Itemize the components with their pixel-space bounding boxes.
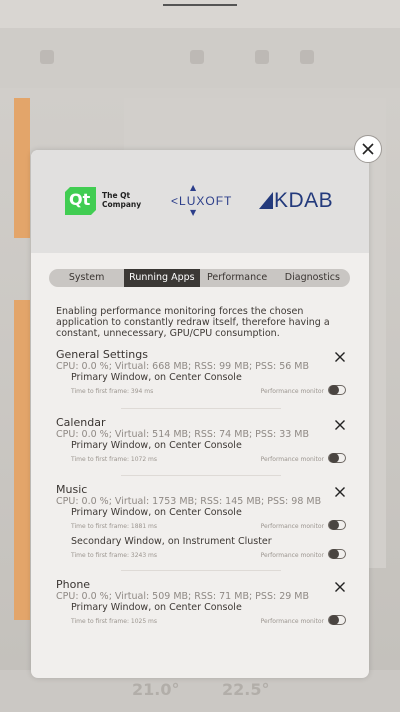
app-name: Phone [56,578,91,591]
dialog-header: Qt The Qt Company ▲ <LUXOFT ▼ KDAB [31,150,369,253]
app-name: Calendar [56,416,106,429]
performance-monitor-toggle[interactable] [328,453,346,463]
performance-monitor-label: Performance monitor [260,552,324,559]
accent-stripe [14,98,30,238]
toggle-knob [329,615,339,625]
close-icon [335,487,345,497]
time-to-first-frame: Time to first frame: 1025 ms [71,618,158,625]
window-name: Primary Window, on Center Console [71,372,242,383]
toolbar-icon [190,50,204,64]
performance-monitor-toggle[interactable] [328,385,346,395]
stop-app-button[interactable] [334,348,346,362]
tab-performance[interactable]: Performance [200,269,275,287]
app-entry: Calendar CPU: 0.0 %; Virtual: 514 MB; RSS… [56,416,346,469]
app-stats: CPU: 0.0 %; Virtual: 514 MB; RSS: 74 MB;… [56,429,310,440]
app-stats: CPU: 0.0 %; Virtual: 509 MB; RSS: 71 MB;… [56,591,310,602]
app-divider [121,475,281,476]
window-perf-row: Time to first frame: 394 ms Performance m… [71,383,346,401]
toggle-knob [329,549,339,559]
luxoft-logo: ▲ <LUXOFT ▼ [171,183,233,217]
performance-monitor-label: Performance monitor [260,618,324,625]
app-entry: Music CPU: 0.0 %; Virtual: 1753 MB; RSS: … [56,483,346,565]
time-to-first-frame: Time to first frame: 1072 ms [71,456,158,463]
close-icon [362,143,374,155]
toolbar-icon [300,50,314,64]
home-icon [40,50,54,64]
app-entry: General Settings CPU: 0.0 %; Virtual: 668… [56,348,346,401]
toggle-knob [329,385,339,395]
window-name: Secondary Window, on Instrument Cluster [71,536,272,547]
app-name: Music [56,483,88,496]
performance-warning-text: Enabling performance monitoring forces t… [56,306,330,339]
performance-monitor-label: Performance monitor [260,388,324,395]
window-perf-row: Time to first frame: 3243 ms Performance … [71,547,346,565]
app-name: General Settings [56,348,148,361]
performance-monitor-label: Performance monitor [260,456,324,463]
window-name: Primary Window, on Center Console [71,440,242,451]
window-name: Primary Window, on Center Console [71,507,242,518]
tab-bar: System Running Apps Performance Diagnostics [49,269,350,287]
app-stats: CPU: 0.0 %; Virtual: 668 MB; RSS: 99 MB;… [56,361,310,372]
time-to-first-frame: Time to first frame: 394 ms [71,388,154,395]
tab-system[interactable]: System [49,269,124,287]
qt-logo-mark: Qt [65,187,96,215]
temperature-right: 22.5° [222,680,270,699]
close-icon [335,352,345,362]
tab-running-apps[interactable]: Running Apps [124,269,200,287]
app-divider [121,408,281,409]
tab-diagnostics[interactable]: Diagnostics [275,269,350,287]
app-entry: Phone CPU: 0.0 %; Virtual: 509 MB; RSS: 7… [56,578,346,631]
performance-monitor-label: Performance monitor [260,523,324,530]
close-button[interactable] [354,135,382,163]
toggle-knob [329,453,339,463]
stop-app-button[interactable] [334,416,346,430]
performance-monitor-toggle[interactable] [328,520,346,530]
window-perf-row: Time to first frame: 1881 ms Performance … [71,518,346,536]
close-icon [335,582,345,592]
toggle-knob [329,520,339,530]
performance-monitor-toggle[interactable] [328,615,346,625]
qt-logo-text: The Qt Company [102,191,142,209]
window-name: Primary Window, on Center Console [71,602,242,613]
system-dialog: Qt The Qt Company ▲ <LUXOFT ▼ KDAB Syste… [31,150,369,678]
time-to-first-frame: Time to first frame: 3243 ms [71,552,158,559]
stop-app-button[interactable] [334,483,346,497]
drag-handle[interactable] [163,4,237,6]
window-perf-row: Time to first frame: 1072 ms Performance … [71,451,346,469]
app-divider [121,570,281,571]
stop-app-button[interactable] [334,578,346,592]
close-icon [335,420,345,430]
qt-company-logo: Qt The Qt Company [65,187,141,215]
accent-stripe [14,300,30,620]
kdab-logo-mark [259,192,273,209]
performance-monitor-toggle[interactable] [328,549,346,559]
kdab-logo: KDAB [259,188,339,214]
app-stats: CPU: 0.0 %; Virtual: 1753 MB; RSS: 145 M… [56,496,322,507]
temperature-left: 21.0° [132,680,180,699]
time-to-first-frame: Time to first frame: 1881 ms [71,523,158,530]
window-perf-row: Time to first frame: 1025 ms Performance … [71,613,346,631]
toolbar-icon [255,50,269,64]
